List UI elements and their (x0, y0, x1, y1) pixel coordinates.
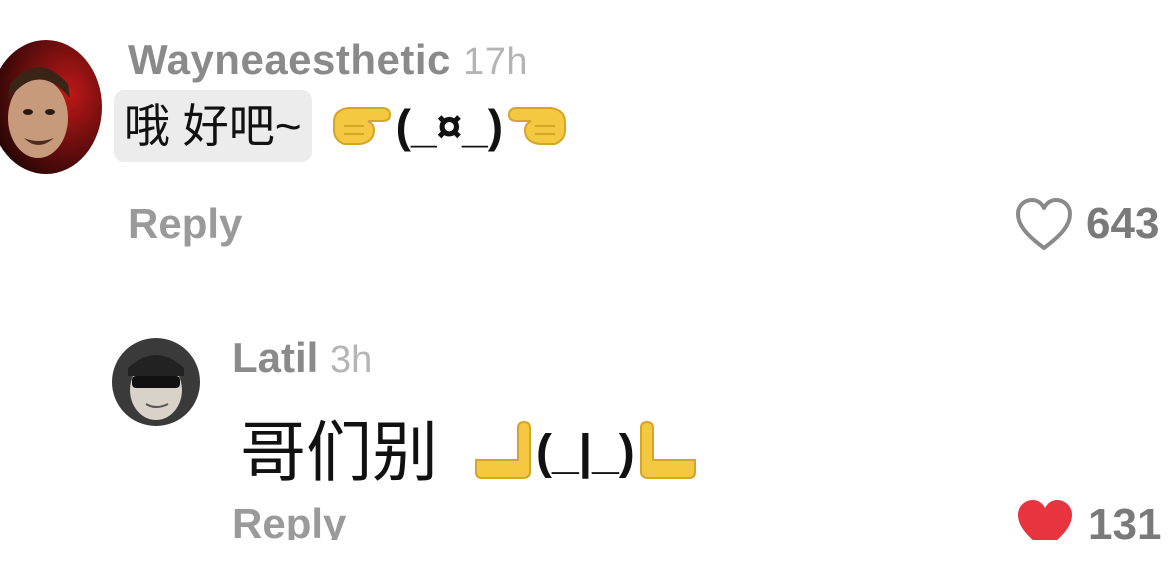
hand-pointing-up-emoji (472, 420, 534, 485)
username[interactable]: Latil 3h (232, 334, 372, 382)
hand-pointing-up-emoji (637, 420, 699, 485)
reply-button[interactable]: Reply (232, 500, 346, 540)
timestamp: 17h (463, 41, 528, 83)
avatar-photo (0, 40, 102, 174)
like-button[interactable]: 643 (1014, 196, 1159, 252)
comment-text: 哥们别 (240, 415, 438, 489)
backhand-index-pointing-right-emoji (330, 96, 394, 157)
comment-body: 哥们别 (_|_) (240, 410, 699, 494)
like-button[interactable]: 131 (1014, 496, 1161, 540)
avatar[interactable] (112, 338, 200, 426)
reply-button[interactable]: Reply (128, 200, 242, 248)
comment-text: 哦 好吧~ (114, 90, 312, 162)
username-text[interactable]: Latil (232, 334, 318, 381)
reply-clip: Reply 131 (0, 496, 1170, 540)
timestamp: 3h (330, 339, 373, 381)
like-count: 131 (1088, 500, 1162, 540)
username-text[interactable]: Wayneaesthetic (128, 36, 451, 83)
heart-outline-icon[interactable] (1014, 196, 1074, 252)
username[interactable]: Wayneaesthetic 17h (128, 36, 528, 84)
avatar[interactable] (0, 40, 102, 174)
like-count: 643 (1086, 199, 1160, 248)
heart-filled-icon[interactable] (1014, 496, 1076, 540)
avatar-photo (112, 338, 200, 426)
kaomoji: (_|_) (536, 425, 635, 479)
kaomoji: (_¤_) (395, 100, 504, 152)
backhand-index-pointing-left-emoji (505, 96, 569, 157)
comment-body: 哦 好吧~ (_¤_) (114, 90, 569, 162)
